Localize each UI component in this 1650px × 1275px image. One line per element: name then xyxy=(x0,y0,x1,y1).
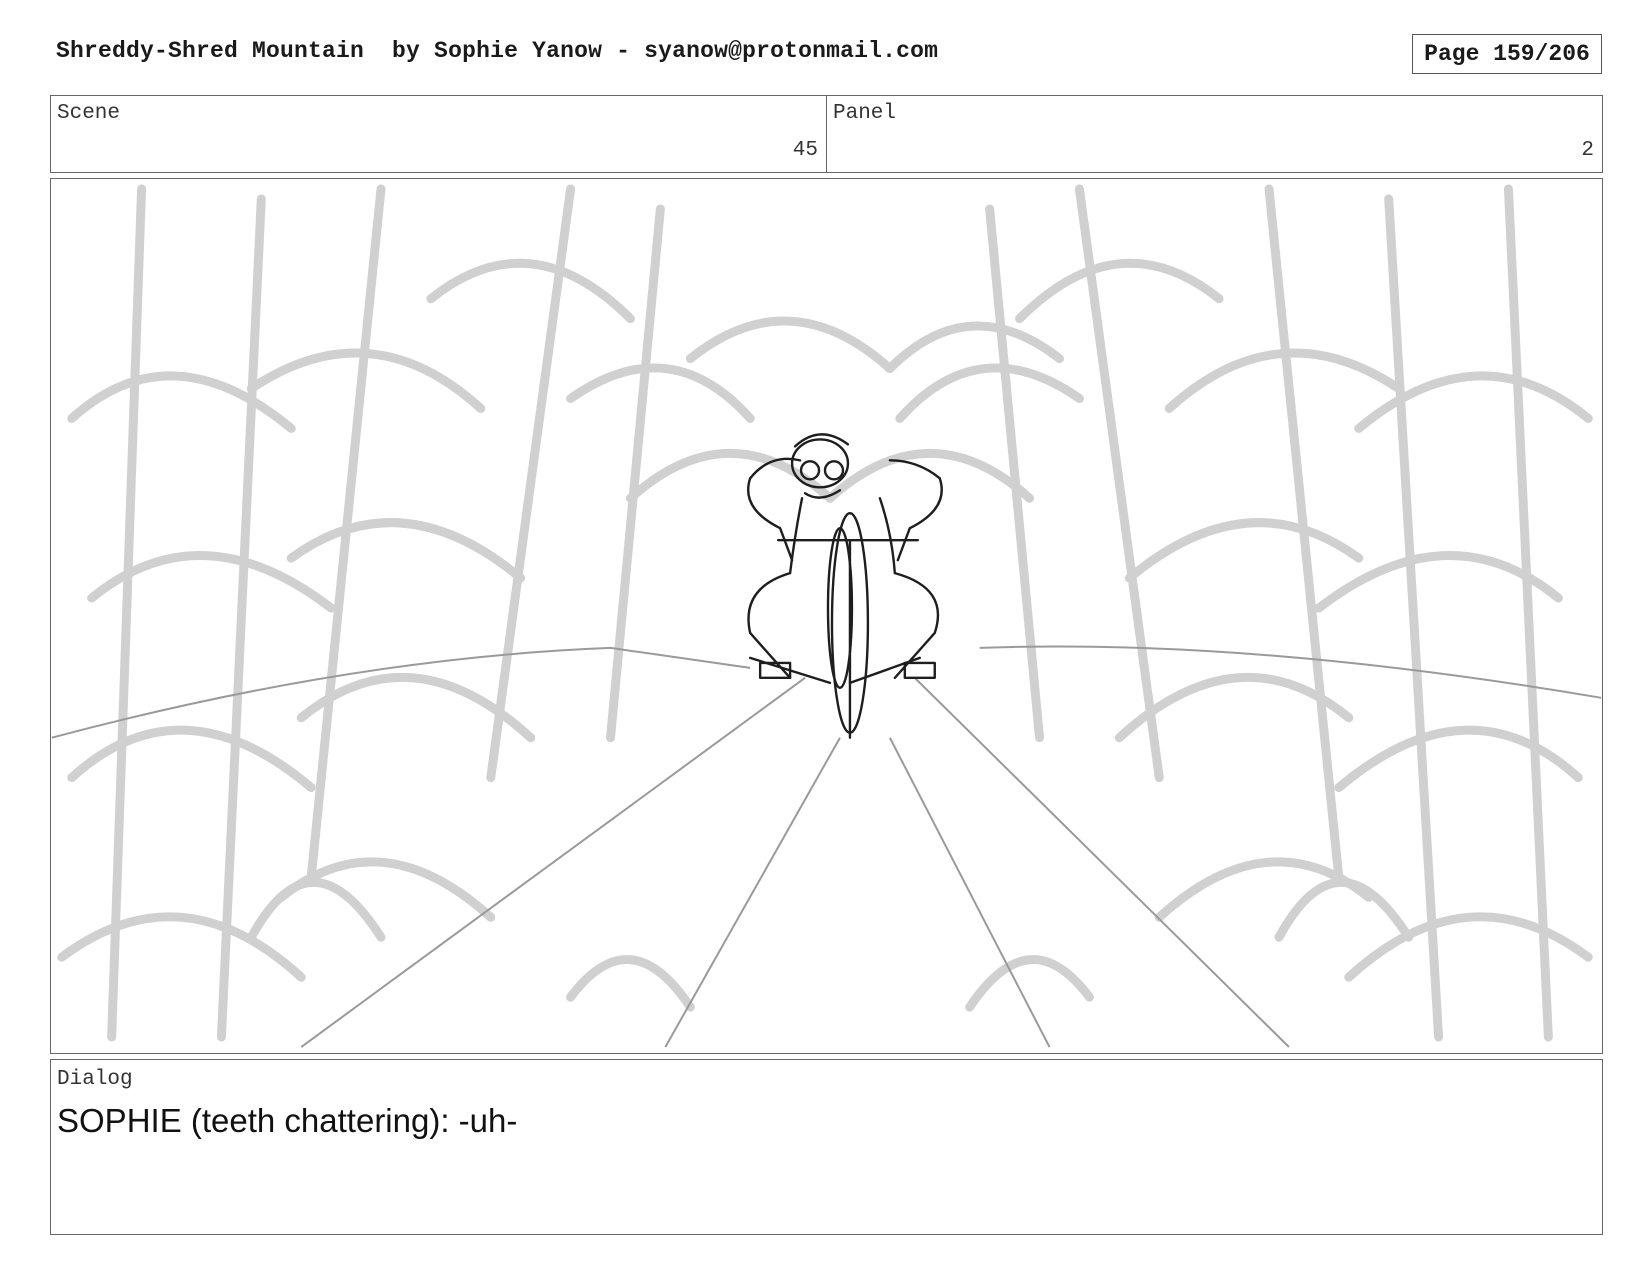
dialog-text: SOPHIE (teeth chattering): -uh- xyxy=(57,1102,518,1139)
scene-number: 45 xyxy=(792,139,818,162)
storyboard-panel xyxy=(50,178,1603,1054)
storyboard-sketch-image xyxy=(51,184,1602,1048)
scene-cell: Scene 45 xyxy=(51,96,826,172)
storyboard-title: Shreddy-Shred Mountain by Sophie Yanow -… xyxy=(56,38,939,64)
scene-panel-info: Scene 45 Panel 2 xyxy=(50,95,1603,173)
dialog-label: Dialog xyxy=(57,1068,133,1091)
panel-label: Panel xyxy=(833,102,897,125)
panel-number: 2 xyxy=(1581,139,1594,162)
page-number: Page 159/206 xyxy=(1412,34,1602,74)
scene-label: Scene xyxy=(57,102,121,125)
dialog-box: Dialog SOPHIE (teeth chattering): -uh- xyxy=(50,1059,1603,1235)
panel-cell: Panel 2 xyxy=(826,96,1602,172)
